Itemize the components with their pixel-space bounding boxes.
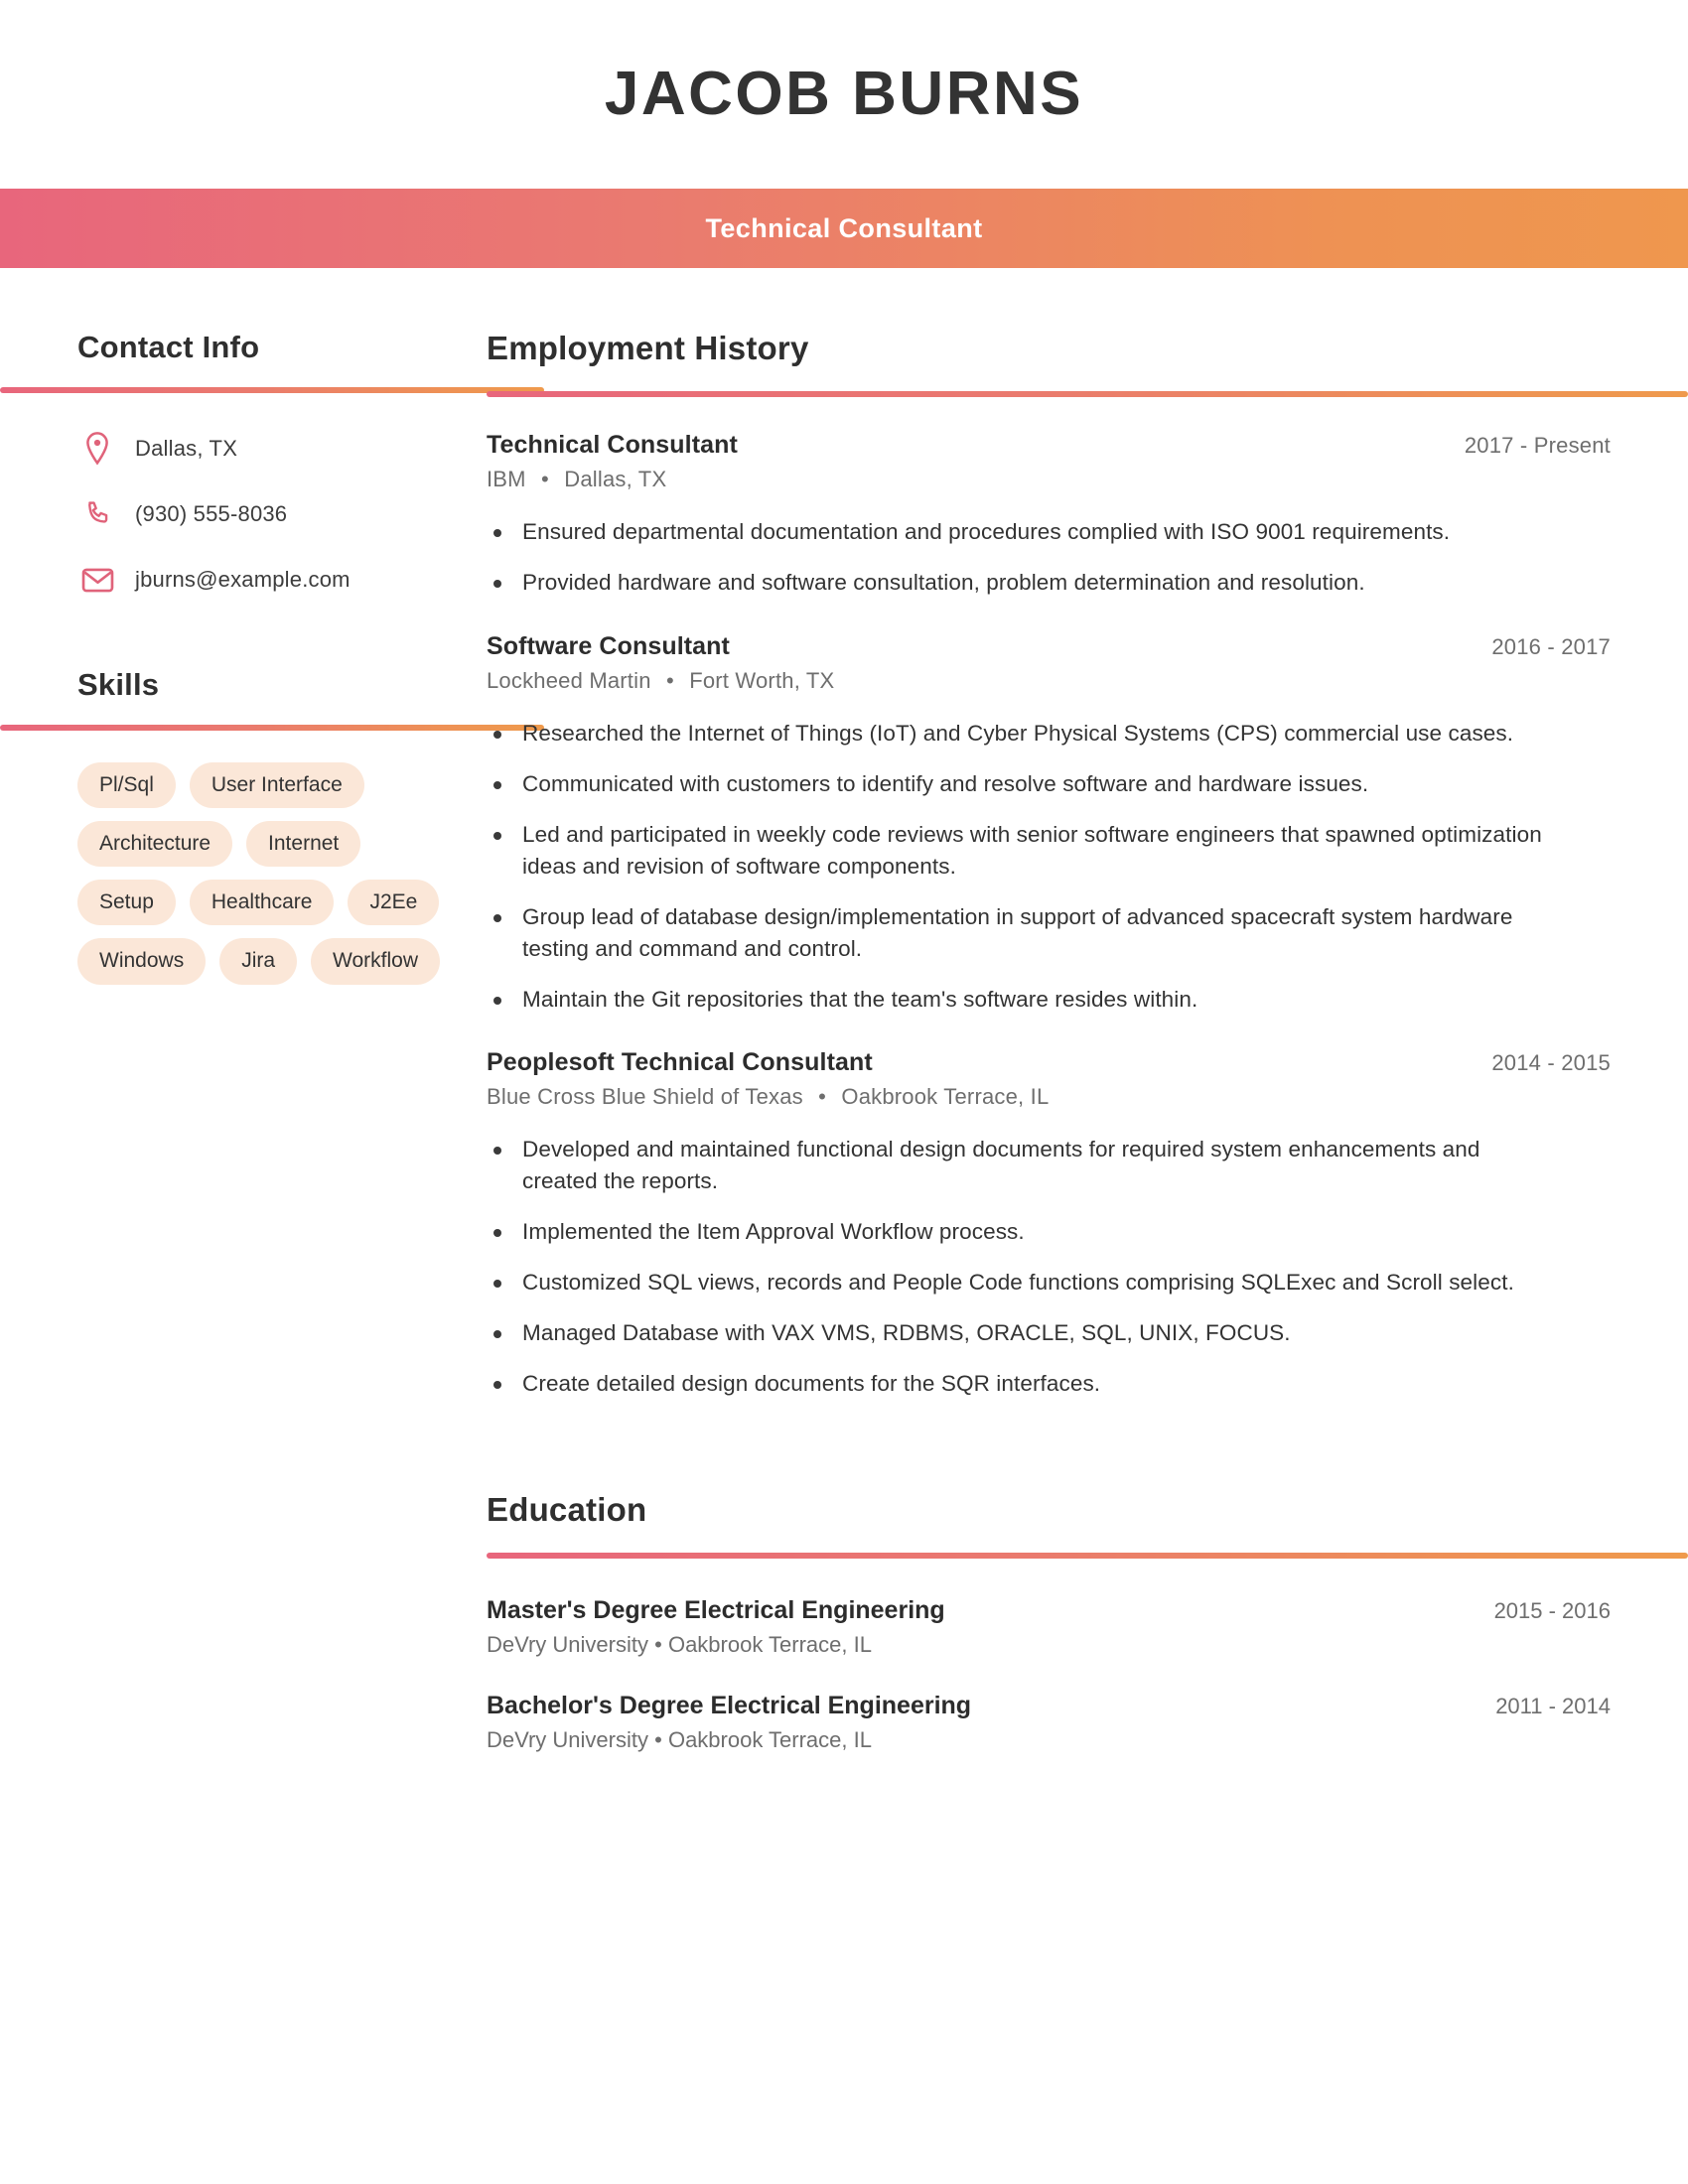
employment-bullet: Ensured departmental documentation and p… [487, 516, 1554, 548]
employment-bullet: Communicated with customers to identify … [487, 768, 1554, 800]
contact-info-heading: Contact Info [77, 330, 260, 364]
employment-bullet: Managed Database with VAX VMS, RDBMS, OR… [487, 1317, 1554, 1349]
contact-location-value: Dallas, TX [135, 436, 238, 461]
employment-bullets: Researched the Internet of Things (IoT) … [487, 718, 1611, 1016]
job-title-banner: Technical Consultant [0, 189, 1688, 268]
skill-chip[interactable]: Windows [77, 938, 207, 985]
employment-bullet: Provided hardware and software consultat… [487, 567, 1554, 599]
skill-chip[interactable]: Healthcare [189, 880, 335, 926]
education-divider [487, 1553, 1688, 1560]
skills-chip-list: Pl/Sql User Interface Architecture Inter… [77, 762, 455, 985]
skill-chip[interactable]: Jira [219, 938, 298, 985]
employment-bullets: Ensured departmental documentation and p… [487, 516, 1611, 599]
education-entry: Bachelor's Degree Electrical Engineering… [487, 1692, 1611, 1753]
employment-location: Dallas, TX [564, 467, 667, 491]
candidate-name: JACOB BURNS [604, 60, 1084, 128]
meta-separator-dot: • [541, 467, 549, 491]
education-location: Oakbrook Terrace, IL [667, 1727, 872, 1753]
employment-company: IBM [487, 467, 526, 491]
meta-separator-dot: • [654, 1727, 662, 1753]
skill-chip[interactable]: Architecture [77, 821, 233, 868]
employment-entry: Software Consultant 2016 - 2017 Lockheed… [487, 632, 1611, 1016]
contact-item-email[interactable]: jburns@example.com [77, 558, 462, 602]
employment-dates: 2016 - 2017 [1491, 633, 1611, 659]
map-pin-icon [77, 431, 117, 467]
employment-bullet: Maintain the Git repositories that the t… [487, 984, 1554, 1016]
education-heading: Education [487, 1491, 647, 1529]
employment-bullet: Developed and maintained functional desi… [487, 1134, 1554, 1197]
employment-bullets: Developed and maintained functional desi… [487, 1134, 1611, 1400]
skills-section: Skills Pl/Sql User Interface Architectur… [0, 667, 544, 985]
employment-history-section: Employment History Technical Consultant … [487, 330, 1688, 1400]
employment-divider [487, 391, 1688, 397]
skill-chip[interactable]: User Interface [189, 762, 364, 809]
education-degree: Bachelor's Degree Electrical Engineering [487, 1692, 972, 1720]
employment-bullet: Led and participated in weekly code revi… [487, 819, 1554, 883]
education-entry-head: Master's Degree Electrical Engineering 2… [487, 1596, 1611, 1625]
employment-bullet: Create detailed design documents for the… [487, 1368, 1554, 1400]
candidate-job-title: Technical Consultant [705, 212, 983, 243]
contact-list: Dallas, TX (930) 555-8036 jburns@example… [77, 427, 462, 602]
education-meta: DeVry University • Oakbrook Terrace, IL [487, 1632, 1611, 1658]
envelope-icon [77, 567, 117, 594]
skill-chip[interactable]: Workflow [311, 938, 441, 985]
skill-chip[interactable]: Internet [246, 821, 361, 868]
skills-heading: Skills [77, 667, 160, 702]
phone-icon [77, 498, 117, 530]
education-school: DeVry University [487, 1632, 648, 1658]
contact-divider [0, 387, 544, 393]
education-location: Oakbrook Terrace, IL [667, 1632, 872, 1658]
employment-bullet: Group lead of database design/implementa… [487, 901, 1554, 965]
education-dates: 2011 - 2014 [1495, 1694, 1611, 1719]
employment-location: Oakbrook Terrace, IL [841, 1084, 1050, 1110]
employment-entry: Peoplesoft Technical Consultant 2014 - 2… [487, 1048, 1611, 1400]
employment-history-heading: Employment History [487, 330, 809, 366]
employment-bullet: Researched the Internet of Things (IoT) … [487, 718, 1554, 750]
employment-meta: IBM • Dallas, TX [487, 467, 1611, 492]
skills-divider [0, 725, 544, 731]
skill-chip[interactable]: Setup [77, 880, 176, 926]
meta-separator-dot: • [654, 1632, 662, 1658]
contact-info-section: Contact Info Dallas, TX (930) 555-8036 j… [0, 330, 544, 602]
skill-chip[interactable]: Pl/Sql [77, 762, 176, 809]
employment-entry: Technical Consultant 2017 - Present IBM … [487, 431, 1611, 599]
education-degree: Master's Degree Electrical Engineering [487, 1596, 945, 1625]
resume-header: JACOB BURNS [0, 0, 1688, 189]
employment-dates: 2017 - Present [1464, 433, 1611, 458]
education-meta: DeVry University • Oakbrook Terrace, IL [487, 1727, 1611, 1753]
employment-entry-head: Technical Consultant 2017 - Present [487, 431, 1611, 460]
employment-bullet: Implemented the Item Approval Workflow p… [487, 1216, 1554, 1248]
education-section: Education Master's Degree Electrical Eng… [487, 1491, 1688, 1753]
contact-item-phone[interactable]: (930) 555-8036 [77, 492, 462, 536]
main-column: Employment History Technical Consultant … [487, 330, 1688, 1753]
education-entry-head: Bachelor's Degree Electrical Engineering… [487, 1692, 1611, 1720]
education-school: DeVry University [487, 1727, 648, 1753]
employment-role: Software Consultant [487, 631, 730, 660]
employment-entry-head: Peoplesoft Technical Consultant 2014 - 2… [487, 1048, 1611, 1077]
contact-email-value: jburns@example.com [135, 567, 351, 592]
meta-separator-dot: • [818, 1084, 827, 1110]
employment-role: Peoplesoft Technical Consultant [487, 1048, 873, 1077]
employment-company: Blue Cross Blue Shield of Texas [487, 1084, 803, 1110]
employment-dates: 2014 - 2015 [1491, 1050, 1611, 1076]
contact-item-location[interactable]: Dallas, TX [77, 427, 462, 471]
employment-meta: Lockheed Martin • Fort Worth, TX [487, 668, 1611, 694]
contact-phone-value: (930) 555-8036 [135, 501, 288, 526]
education-entry: Master's Degree Electrical Engineering 2… [487, 1596, 1611, 1658]
employment-role: Technical Consultant [487, 431, 738, 459]
meta-separator-dot: • [665, 667, 674, 693]
employment-bullet: Customized SQL views, records and People… [487, 1267, 1554, 1298]
employment-entry-head: Software Consultant 2016 - 2017 [487, 632, 1611, 661]
employment-location: Fort Worth, TX [689, 667, 835, 693]
employment-meta: Blue Cross Blue Shield of Texas • Oakbro… [487, 1084, 1611, 1110]
resume-body: Contact Info Dallas, TX (930) 555-8036 j… [0, 268, 1688, 1753]
sidebar: Contact Info Dallas, TX (930) 555-8036 j… [0, 330, 544, 985]
skill-chip[interactable]: J2Ee [348, 880, 440, 926]
education-dates: 2015 - 2016 [1493, 1598, 1611, 1624]
employment-company: Lockheed Martin [487, 667, 651, 693]
